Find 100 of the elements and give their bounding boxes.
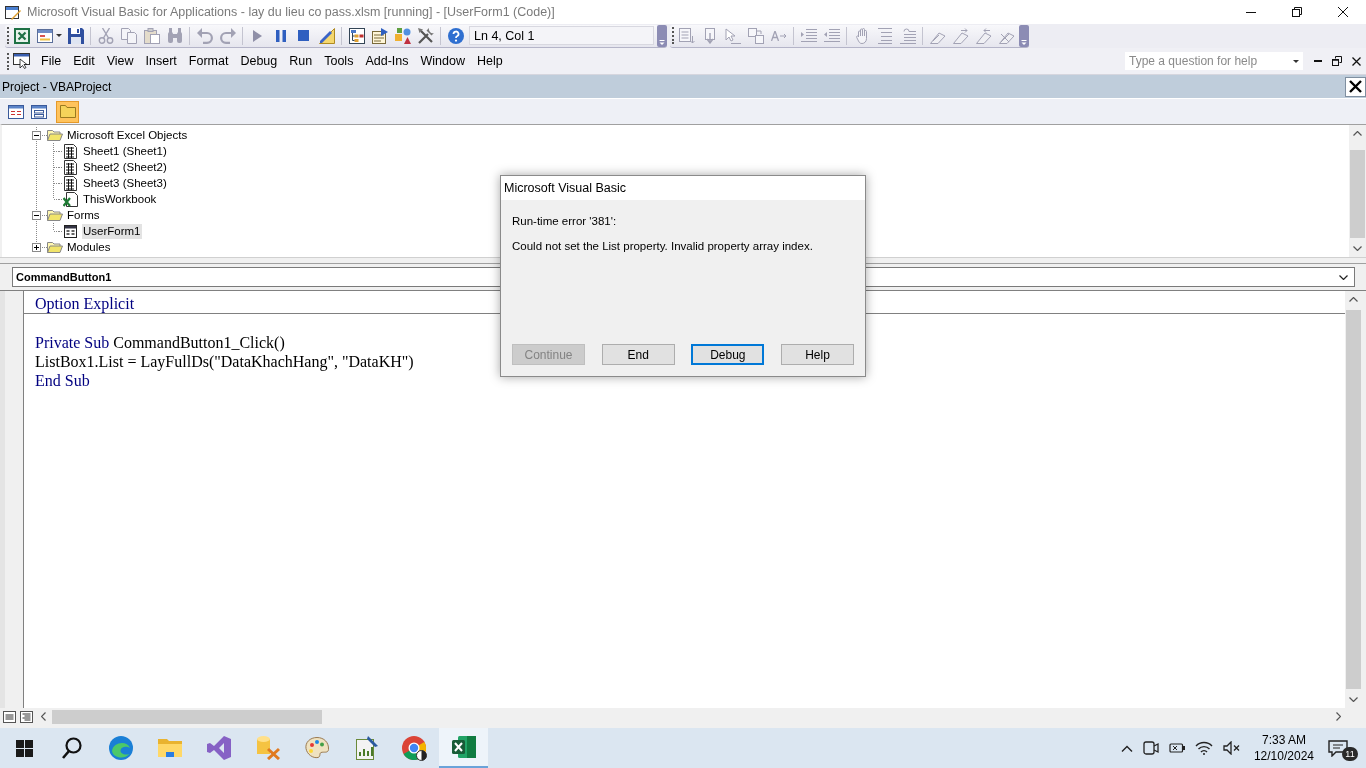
window-title: Microsoft Visual Basic for Applications - lay du lieu co pass.xlsm [running] - [UserForm1 (Code)] xyxy=(27,5,555,19)
error-message: Could not set the List property. Invalid property array index. xyxy=(512,240,814,252)
clock-time[interactable]: 7:33 AM xyxy=(1261,732,1306,748)
scroll-up-icon[interactable] xyxy=(1353,131,1362,136)
grip-handle-icon[interactable] xyxy=(7,52,9,70)
menu-item[interactable]: Add-Ins xyxy=(359,54,415,68)
restore-icon[interactable] xyxy=(1332,56,1342,66)
menu-item[interactable]: Edit xyxy=(67,54,101,68)
tools-icon[interactable] xyxy=(417,27,434,44)
clock-date[interactable]: 12/10/2024 xyxy=(1253,748,1314,764)
form-window-icon xyxy=(30,104,47,119)
tree-item[interactable]: UserForm1 xyxy=(82,223,142,239)
clipboard-icon[interactable] xyxy=(143,27,160,44)
procedure-view-icon[interactable] xyxy=(3,710,16,723)
search-icon[interactable] xyxy=(62,737,82,759)
folder-icon xyxy=(157,739,182,757)
pause-icon[interactable] xyxy=(275,29,286,42)
spreadsheet-x-icon[interactable] xyxy=(13,27,30,44)
scroll-thumb[interactable] xyxy=(1346,310,1361,689)
scroll-left-icon[interactable] xyxy=(41,712,46,721)
folder-icon xyxy=(47,209,63,221)
form-grid-icon xyxy=(64,224,77,238)
ring-badge-icon xyxy=(402,735,427,761)
close-icon xyxy=(1349,80,1362,93)
grip-handle-icon[interactable] xyxy=(7,27,9,44)
video-camera-icon[interactable] xyxy=(1142,741,1159,755)
shapes-icon[interactable] xyxy=(394,27,411,44)
dialog-button[interactable]: Debug xyxy=(691,344,765,365)
restore-icon[interactable] xyxy=(1292,7,1302,17)
form-window-icon[interactable] xyxy=(36,28,53,43)
cursor-position: Ln 4, Col 1 xyxy=(469,26,654,45)
toolbar-options-icon[interactable] xyxy=(657,24,667,47)
page-x-icon xyxy=(63,191,78,207)
code-line: Option Explicit xyxy=(35,294,135,313)
dialog-button[interactable]: End xyxy=(601,344,675,365)
chart-page-icon xyxy=(353,736,378,760)
menu-item[interactable]: Help xyxy=(470,54,509,68)
tree-item[interactable]: Sheet1 (Sheet1) xyxy=(82,143,168,159)
grip-handle-icon[interactable] xyxy=(672,27,674,44)
help-search-field[interactable]: Type a question for help xyxy=(1125,52,1303,70)
ruler-pencil-icon[interactable] xyxy=(318,27,335,44)
scroll-thumb[interactable] xyxy=(52,709,322,724)
battery-icon[interactable] xyxy=(1168,743,1185,753)
menu-item[interactable]: Window xyxy=(414,54,471,68)
chevron-up-icon[interactable] xyxy=(1120,744,1133,752)
spreadsheet-x-icon xyxy=(451,736,476,758)
close-button[interactable] xyxy=(1345,76,1366,97)
minus-box-icon[interactable] xyxy=(32,130,41,140)
code-line: Private Sub CommandButton1_Click() xyxy=(35,333,285,352)
plus-box-icon[interactable] xyxy=(32,242,41,252)
muted-speaker-icon[interactable] xyxy=(1222,741,1241,755)
four-squares-icon[interactable] xyxy=(15,739,33,757)
code-line: End Sub xyxy=(35,371,90,390)
help-icon[interactable] xyxy=(447,27,464,44)
tree-item[interactable]: ThisWorkbook xyxy=(82,191,158,207)
caret-down-icon[interactable] xyxy=(56,34,62,37)
wifi-icon[interactable] xyxy=(1194,741,1213,755)
menu-item[interactable]: Tools xyxy=(318,54,360,68)
menu-item[interactable]: Insert xyxy=(139,54,183,68)
scroll-thumb[interactable] xyxy=(1350,150,1365,238)
ribbon-loop-icon xyxy=(206,736,231,760)
tree-item[interactable]: Microsoft Excel Objects xyxy=(66,127,189,143)
menu-item[interactable]: File xyxy=(35,54,68,68)
taskbar-button[interactable] xyxy=(439,728,488,768)
minus-box-icon[interactable] xyxy=(32,210,41,220)
folder-icon xyxy=(47,241,63,253)
palette-icon xyxy=(304,737,329,759)
list-window-icon xyxy=(7,104,24,119)
module-view-icon[interactable] xyxy=(20,710,33,723)
grid-sheet-icon xyxy=(64,175,77,191)
scroll-down-icon[interactable] xyxy=(1349,697,1358,702)
close-icon[interactable] xyxy=(1352,56,1361,66)
tree-item[interactable]: Modules xyxy=(66,239,112,255)
vertical-scrollbar[interactable] xyxy=(1349,125,1366,257)
window-pointer-icon[interactable] xyxy=(13,53,31,69)
tree-item[interactable]: Forms xyxy=(66,207,101,223)
panel-title: Project - VBAProject xyxy=(2,79,112,94)
toolbar-options-icon[interactable] xyxy=(1019,24,1029,47)
cylinder-tools-icon xyxy=(255,736,280,760)
tree-window-icon[interactable] xyxy=(348,27,365,44)
folder-icon xyxy=(59,105,76,118)
tree-item[interactable]: Sheet3 (Sheet3) xyxy=(82,175,168,191)
menu-item[interactable]: Format xyxy=(182,54,235,68)
dialog-title: Microsoft Visual Basic xyxy=(504,181,627,195)
scroll-right-icon[interactable] xyxy=(1336,712,1341,721)
play-icon[interactable] xyxy=(253,29,262,42)
toggle-folders-button[interactable] xyxy=(56,100,79,123)
minimize-icon[interactable] xyxy=(1246,11,1256,13)
notification-count: 11 xyxy=(1342,747,1358,761)
menu-item[interactable]: Run xyxy=(283,54,319,68)
caret-down-icon[interactable] xyxy=(1293,59,1299,63)
dialog-button[interactable]: Help xyxy=(780,344,854,365)
close-icon[interactable] xyxy=(1338,7,1348,17)
menu-item[interactable]: View xyxy=(100,54,140,68)
menu-item[interactable]: Debug xyxy=(234,54,284,68)
scroll-down-icon[interactable] xyxy=(1353,246,1362,251)
tree-item[interactable]: Sheet2 (Sheet2) xyxy=(82,159,168,175)
card-list-icon[interactable] xyxy=(371,27,388,44)
scroll-up-icon[interactable] xyxy=(1349,297,1358,302)
message-bubble-icon[interactable] xyxy=(1328,739,1348,757)
